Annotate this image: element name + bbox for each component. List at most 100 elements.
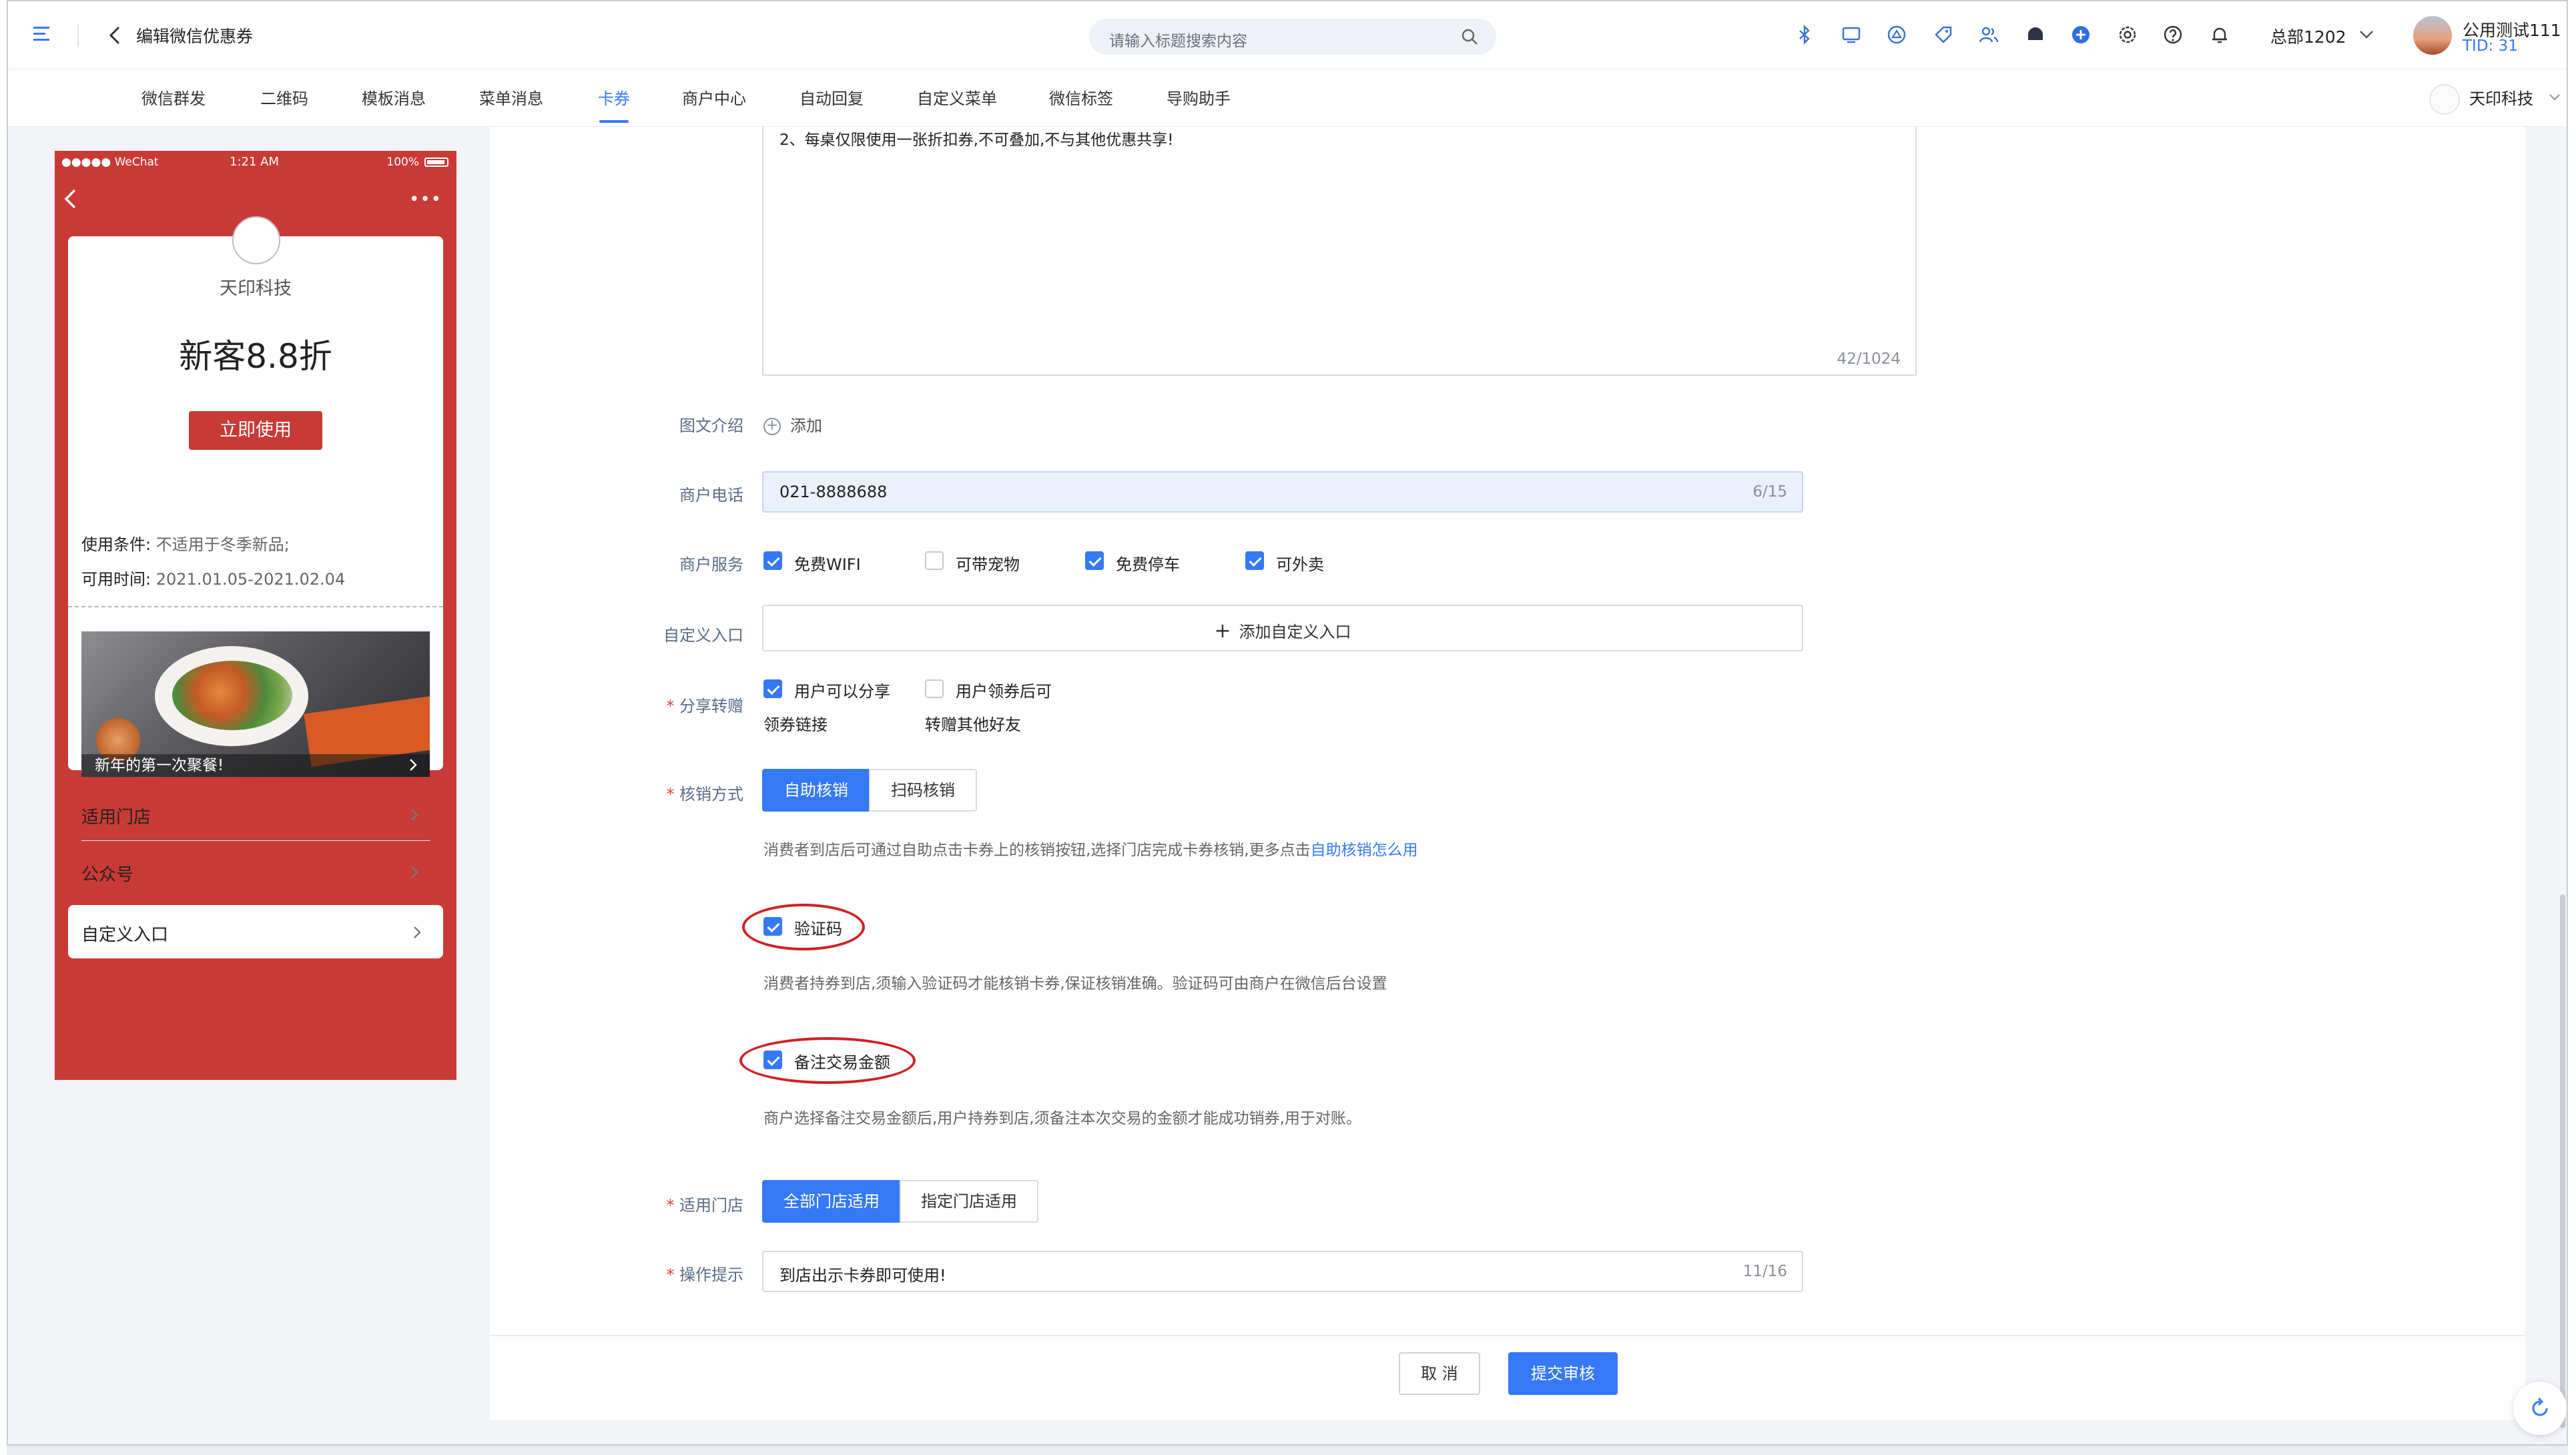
gift-friends-label-line2: 转赠其他好友 (925, 715, 1021, 734)
tip-value: 到店出示卡券即可使用! (779, 1266, 946, 1285)
robot-icon[interactable] (2025, 24, 2046, 45)
share-link-label[interactable]: 用户可以分享 (794, 678, 890, 701)
tab-qrcode[interactable]: 二维码 (260, 85, 308, 109)
window-bottom-edge (7, 1446, 2568, 1455)
add-intro-button[interactable]: + 添加 (763, 412, 822, 436)
verify-help-link[interactable]: 自助核销怎么用 (1311, 842, 1418, 859)
tab-wechat-tags[interactable]: 微信标签 (1049, 85, 1113, 109)
custom-entry-label: 自定义入口 (663, 626, 743, 645)
chevron-right-icon (411, 809, 418, 821)
bell-icon[interactable] (2209, 24, 2230, 45)
tab-shopping-guide[interactable]: 导购助手 (1167, 85, 1231, 109)
brand-name[interactable]: 天印科技 (2469, 85, 2533, 109)
brand-toggle[interactable] (2429, 84, 2460, 115)
all-stores-option[interactable]: 全部门店适用 (762, 1180, 901, 1223)
store-label: 适用门店 (490, 1192, 743, 1215)
promo-caption: 新年的第一次聚餐! (81, 754, 430, 777)
promo-image[interactable]: 新年的第一次聚餐! (81, 631, 430, 777)
add-custom-entry-button[interactable]: + 添加自定义入口 (762, 605, 1803, 651)
plus-circle-icon: + (763, 418, 781, 435)
verification-code-label[interactable]: 验证码 (794, 916, 842, 939)
parking-label[interactable]: 免费停车 (1116, 551, 1180, 575)
battery-icon (424, 158, 448, 167)
gift-friends-label[interactable]: 用户领券后可 (956, 678, 1052, 701)
active-tab-indicator (599, 120, 629, 123)
share-link-checkbox[interactable] (763, 679, 782, 698)
chevron-down-icon[interactable] (2358, 28, 2374, 41)
floating-refresh-button[interactable] (2513, 1382, 2567, 1435)
row-stores[interactable]: 适用门店 (81, 788, 430, 841)
parking-checkbox[interactable] (1085, 551, 1104, 570)
phone-counter: 6/15 (1752, 483, 1787, 501)
tab-menu-message[interactable]: 菜单消息 (479, 85, 543, 109)
gift-friends-checkbox[interactable] (925, 679, 944, 698)
phone-status-bar: ●●●●● WeChat 1:21 AM 100% (55, 151, 456, 174)
verify-hint: 消费者到店后可通过自助点击卡券上的核销按钮,选择门店完成卡券核销,更多点击自助核… (763, 842, 1418, 859)
tag-icon[interactable] (1933, 24, 1954, 45)
share-link-label-line2: 领券链接 (763, 715, 828, 734)
merchant-phone-input[interactable]: 021-8888688 6/15 (762, 471, 1803, 513)
refresh-icon (2532, 1397, 2548, 1416)
textarea-text: 2、每桌仅限使用一张折扣券,不可叠加,不与其他优惠共享! (779, 131, 1174, 149)
chevron-right-icon (414, 926, 421, 938)
tab-auto-reply[interactable]: 自动回复 (799, 85, 864, 109)
verify-label: 核销方式 (490, 781, 743, 804)
scan-verify-option[interactable]: 扫码核销 (869, 769, 977, 812)
shop-icon[interactable] (1886, 24, 1907, 45)
footer-divider (490, 1335, 2525, 1336)
intro-label: 图文介绍 (679, 416, 743, 435)
custom-entry-row[interactable]: 自定义入口 (68, 905, 443, 958)
users-icon[interactable] (1978, 24, 1999, 45)
bluetooth-icon[interactable] (1794, 24, 1815, 45)
chevron-right-icon (411, 866, 418, 878)
tab-custom-menu[interactable]: 自定义菜单 (917, 85, 997, 109)
search-placeholder[interactable]: 请输入标题搜索内容 (1109, 28, 1247, 51)
pets-label[interactable]: 可带宠物 (956, 551, 1020, 575)
pets-checkbox[interactable] (925, 551, 944, 570)
operation-tip-input[interactable]: 到店出示卡券即可使用! 11/16 (762, 1251, 1803, 1292)
chevron-down-icon[interactable] (2548, 92, 2561, 103)
record-amount-label[interactable]: 备注交易金额 (794, 1049, 890, 1073)
service-label: 商户服务 (679, 555, 743, 574)
wifi-label[interactable]: 免费WIFI (794, 551, 861, 575)
tab-template-message[interactable]: 模板消息 (362, 85, 426, 109)
self-verify-option[interactable]: 自助核销 (762, 769, 870, 812)
chevron-right-icon (410, 759, 417, 771)
tab-merchant-center[interactable]: 商户中心 (682, 85, 746, 109)
verification-code-checkbox[interactable] (763, 917, 782, 936)
usage-notes-textarea[interactable]: 2、每桌仅限使用一张折扣券,不可叠加,不与其他优惠共享! 42/1024 (762, 127, 1917, 376)
back-icon[interactable] (63, 188, 77, 210)
carrier: ●●●●● WeChat (61, 156, 159, 169)
top-bar: 编辑微信优惠券 请输入标题搜索内容 总部1202 公用测试111 TID: 31 (8, 1, 2567, 69)
tip-label: 操作提示 (490, 1261, 743, 1285)
help-icon[interactable] (2162, 24, 2184, 45)
cancel-button[interactable]: 取 消 (1399, 1352, 1480, 1395)
verification-code-hint: 消费者持券到店,须输入验证码才能核销卡券,保证核销准确。验证码可由商户在微信后台… (763, 975, 1387, 992)
row-official-account[interactable]: 公众号 (81, 845, 430, 898)
search-bar[interactable]: 请输入标题搜索内容 (1089, 19, 1496, 55)
org-selector[interactable]: 总部1202 (2270, 24, 2346, 48)
use-now-button[interactable]: 立即使用 (189, 411, 322, 450)
record-amount-checkbox[interactable] (763, 1051, 782, 1069)
plus-circle-icon[interactable] (2070, 24, 2091, 45)
selected-stores-option[interactable]: 指定门店适用 (900, 1180, 1038, 1223)
more-icon[interactable]: ••• (409, 190, 442, 210)
wifi-checkbox[interactable] (763, 551, 782, 570)
coupon-title: 新客8.8折 (179, 337, 332, 376)
avatar[interactable] (2413, 16, 2452, 55)
search-icon[interactable] (1460, 27, 1479, 46)
settings-icon[interactable] (2117, 24, 2138, 45)
coupon-card: 天印科技 新客8.8折 立即使用 使用条件: 不适用于冬季新品; 可用时间: 2… (68, 216, 443, 885)
scrollbar[interactable] (2560, 894, 2565, 1428)
screen-icon[interactable] (1841, 24, 1862, 45)
back-icon[interactable] (107, 25, 123, 45)
menu-icon[interactable] (33, 25, 53, 43)
merchant-logo (232, 216, 280, 264)
takeaway-checkbox[interactable] (1245, 551, 1264, 570)
tab-wechat-broadcast[interactable]: 微信群发 (141, 85, 206, 109)
submit-review-button[interactable]: 提交审核 (1508, 1352, 1618, 1395)
record-amount-hint: 商户选择备注交易金额后,用户持券到店,须备注本次交易的金额才能成功销券,用于对账… (763, 1110, 1361, 1127)
tab-cards[interactable]: 卡券 (598, 85, 630, 109)
takeaway-label[interactable]: 可外卖 (1276, 551, 1324, 575)
coupon-preview: ●●●●● WeChat 1:21 AM 100% ••• 天印科技 新客8.8… (55, 151, 456, 1080)
